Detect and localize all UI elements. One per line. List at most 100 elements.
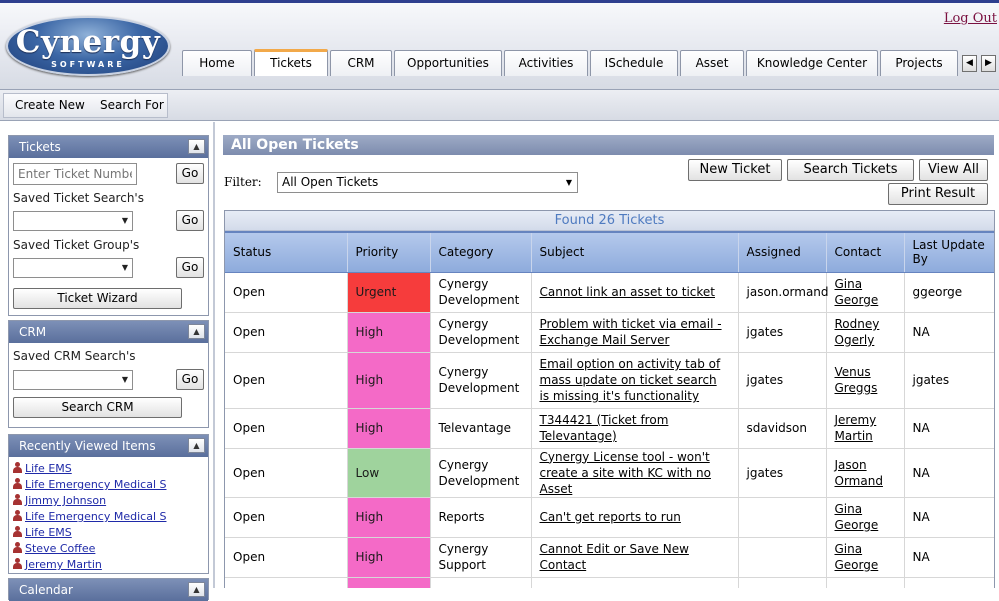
saved-ticket-group-label: Saved Ticket Group's: [13, 238, 140, 252]
person-icon: [13, 526, 22, 537]
top-header: Cynergy SOFTWARE Log Out Home Tickets CRM O…: [0, 0, 999, 90]
tab-scroll-right-icon[interactable]: ▶: [981, 55, 996, 72]
tab-activities[interactable]: Activities: [504, 50, 588, 76]
ticket-wizard-button[interactable]: Ticket Wizard: [13, 288, 182, 309]
saved-crm-search-go-button[interactable]: Go: [176, 369, 204, 390]
recent-item-link[interactable]: Life EMS: [25, 526, 72, 539]
calendar-panel-header: Calendar ▲: [9, 579, 208, 601]
contact-link[interactable]: Gina George: [835, 277, 879, 307]
recent-item[interactable]: Life Emergency Medical S: [9, 509, 208, 525]
cell-subject: Cannot Edit or Save New Contact: [531, 537, 739, 578]
recent-item[interactable]: Life Emergency Medical S: [9, 477, 208, 493]
table-row[interactable]: Open High Reports Can't get reports to run G…: [225, 497, 994, 538]
recent-item[interactable]: Jimmy Johnson: [9, 493, 208, 509]
ticket-subject-link[interactable]: Cynergy License tool - won't create a si…: [540, 450, 711, 496]
ticket-subject-link[interactable]: Problem with ticket via email - Exchange…: [540, 317, 722, 347]
tab-asset[interactable]: Asset: [680, 50, 744, 76]
cell-assigned: [738, 497, 827, 538]
cynergy-logo[interactable]: Cynergy SOFTWARE: [6, 16, 170, 76]
ticket-subject-link[interactable]: T344421 (Ticket from Televantage): [540, 413, 669, 443]
table-body: Open Urgent Cynergy Development Cannot link…: [225, 272, 994, 588]
tab-ischedule[interactable]: ISchedule: [590, 50, 678, 76]
ticket-subject-link[interactable]: Cannot link an asset to ticket: [540, 285, 715, 299]
search-tickets-button[interactable]: Search Tickets: [787, 159, 914, 181]
filter-select[interactable]: All Open Tickets ▼: [277, 172, 578, 193]
ticket-number-go-button[interactable]: Go: [176, 163, 204, 184]
table-row[interactable]: OpenHighDevelopmenttest 2 End UserNA: [225, 577, 994, 588]
contact-link[interactable]: Venus Greggs: [835, 365, 878, 395]
ticket-subject-link[interactable]: Can't get reports to run: [540, 510, 681, 524]
column-header-assigned[interactable]: Assigned: [738, 231, 827, 273]
cell-assigned: jason.ormand: [738, 272, 829, 313]
tickets-panel-title: Tickets: [19, 140, 61, 154]
cell-category: Televantage: [430, 408, 532, 449]
cell-assigned: jgates: [738, 352, 827, 409]
saved-ticket-search-select[interactable]: ▼: [13, 211, 133, 231]
recent-item-link[interactable]: Life EMS: [25, 462, 72, 475]
column-header-status[interactable]: Status: [225, 231, 348, 273]
column-header-contact[interactable]: Contact: [826, 231, 905, 273]
recently-viewed-header: Recently Viewed Items ▲: [9, 435, 208, 457]
recent-item-link[interactable]: Jeremy Martin: [25, 558, 102, 571]
cell-subject: T344421 (Ticket from Televantage): [531, 408, 739, 449]
search-for-button[interactable]: Search For: [100, 98, 164, 112]
contact-link[interactable]: Jason Ormand: [835, 458, 883, 488]
collapse-icon[interactable]: ▲: [188, 139, 205, 154]
tab-opportunities[interactable]: Opportunities: [394, 50, 502, 76]
table-row[interactable]: Open High Cynergy Development Email option …: [225, 352, 994, 409]
recent-item-link[interactable]: Jimmy Johnson: [25, 494, 106, 507]
print-result-button[interactable]: Print Result: [888, 183, 988, 205]
column-header-last-update-by[interactable]: Last Update By: [904, 231, 994, 273]
recent-item[interactable]: Steve Coffee: [9, 541, 208, 557]
ticket-number-input[interactable]: [13, 163, 137, 185]
cell-contact: Venus Greggs: [826, 352, 905, 409]
create-new-button[interactable]: Create New: [15, 98, 85, 112]
recent-item-link[interactable]: Life Emergency Medical S: [25, 478, 166, 491]
tab-home[interactable]: Home: [182, 50, 252, 76]
column-header-subject[interactable]: Subject: [531, 231, 739, 273]
saved-ticket-group-select[interactable]: ▼: [13, 258, 133, 278]
logout-link[interactable]: Log Out: [944, 11, 997, 26]
recent-item[interactable]: Life EMS: [9, 461, 208, 477]
tab-scroll-left-icon[interactable]: ◀: [962, 55, 977, 72]
tab-projects[interactable]: Projects: [880, 50, 958, 76]
tab-crm[interactable]: CRM: [330, 50, 392, 76]
search-crm-button[interactable]: Search CRM: [13, 397, 182, 418]
column-header-priority[interactable]: Priority: [347, 231, 431, 273]
recent-item-link[interactable]: Steve Coffee: [25, 542, 95, 555]
recently-viewed-title: Recently Viewed Items: [19, 439, 156, 453]
chevron-down-icon: ▼: [121, 263, 128, 272]
saved-ticket-search-go-button[interactable]: Go: [176, 210, 204, 231]
tab-knowledge-center[interactable]: Knowledge Center: [746, 50, 878, 76]
collapse-icon[interactable]: ▲: [188, 438, 205, 453]
table-row[interactable]: Open Low Cynergy Development Cynergy Licens…: [225, 448, 994, 498]
table-row[interactable]: Open High Cynergy Support Cannot Edit or Sa…: [225, 537, 994, 578]
table-row[interactable]: Open High Cynergy Development Problem with …: [225, 312, 994, 353]
contact-link[interactable]: Jeremy Martin: [835, 413, 877, 443]
ticket-subject-link[interactable]: Email option on activity tab of mass upd…: [540, 357, 721, 403]
cell-status: Open: [225, 448, 348, 498]
cell-priority: Low: [347, 448, 431, 498]
main-tabs: Home Tickets CRM Opportunities Activities ISc…: [182, 49, 960, 76]
table-row[interactable]: Open High Televantage T344421 (Ticket from …: [225, 408, 994, 449]
view-all-button[interactable]: View All: [919, 159, 988, 181]
saved-crm-search-select[interactable]: ▼: [13, 370, 133, 390]
table-row[interactable]: Open Urgent Cynergy Development Cannot link…: [225, 272, 994, 313]
tab-tickets[interactable]: Tickets: [254, 49, 328, 76]
ticket-subject-link[interactable]: Cannot Edit or Save New Contact: [540, 542, 689, 572]
recent-item[interactable]: Life EMS: [9, 525, 208, 541]
cell-priority: High: [347, 408, 431, 449]
contact-link[interactable]: Rodney Ogerly: [835, 317, 880, 347]
column-header-category[interactable]: Category: [430, 231, 532, 273]
contact-link[interactable]: Gina George: [835, 542, 879, 572]
recent-item[interactable]: Jeremy Martin: [9, 557, 208, 573]
cell-priority: High: [347, 537, 431, 578]
cell-assigned: [738, 537, 827, 578]
new-ticket-button[interactable]: New Ticket: [688, 159, 782, 181]
collapse-icon[interactable]: ▲: [188, 324, 205, 339]
recent-item-link[interactable]: Life Emergency Medical S: [25, 510, 166, 523]
person-icon: [13, 558, 22, 569]
collapse-icon[interactable]: ▲: [188, 582, 205, 597]
saved-ticket-group-go-button[interactable]: Go: [176, 257, 204, 278]
contact-link[interactable]: Gina George: [835, 502, 879, 532]
